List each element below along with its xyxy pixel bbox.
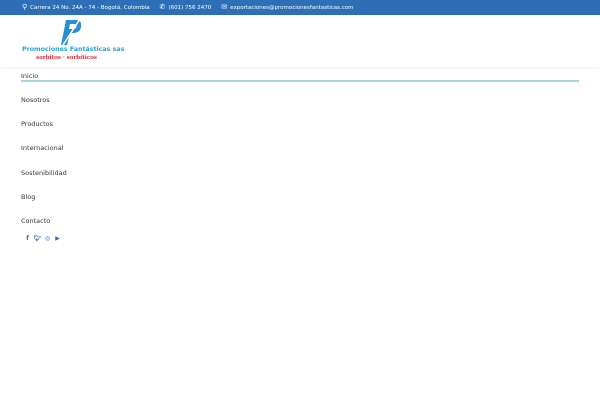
email[interactable]: ✉ exportaciones@promocionesfantasticas.co… xyxy=(221,4,353,11)
main-menu: Inicio Nosotros Productos Internacional … xyxy=(21,70,579,239)
social-links: f 🐦︎ ◎ ▶ xyxy=(23,234,62,243)
facebook-icon[interactable]: f xyxy=(23,234,32,243)
top-bar: ⚲ Carrera 24 No. 24A - 74 - Bogotá, Colom… xyxy=(0,0,600,15)
menu-item-blog[interactable]: Blog xyxy=(21,191,579,215)
map-pin-icon: ⚲ xyxy=(22,3,28,11)
menu-item-sostenibilidad[interactable]: Sostenibilidad xyxy=(21,167,579,191)
phone[interactable]: ✆ (601) 756 2470 xyxy=(160,4,212,11)
envelope-icon: ✉ xyxy=(221,3,228,11)
menu-item-internacional[interactable]: Internacional xyxy=(21,142,579,166)
twitter-icon[interactable]: 🐦︎ xyxy=(33,234,42,243)
menu-item-inicio[interactable]: Inicio xyxy=(21,70,579,82)
header: Promociones Fantásticas sas sorbitos · s… xyxy=(0,15,600,67)
youtube-icon[interactable]: ▶ xyxy=(53,234,62,243)
phone-icon: ✆ xyxy=(159,3,166,11)
menu-item-contacto[interactable]: Contacto xyxy=(21,215,579,239)
logo[interactable]: Promociones Fantásticas sas sorbitos · s… xyxy=(22,18,124,64)
logo-p-icon xyxy=(61,18,82,46)
menu-item-nosotros[interactable]: Nosotros xyxy=(21,94,579,118)
menu-item-productos[interactable]: Productos xyxy=(21,118,579,142)
instagram-icon[interactable]: ◎ xyxy=(43,234,52,243)
address: ⚲ Carrera 24 No. 24A - 74 - Bogotá, Colom… xyxy=(22,3,150,11)
